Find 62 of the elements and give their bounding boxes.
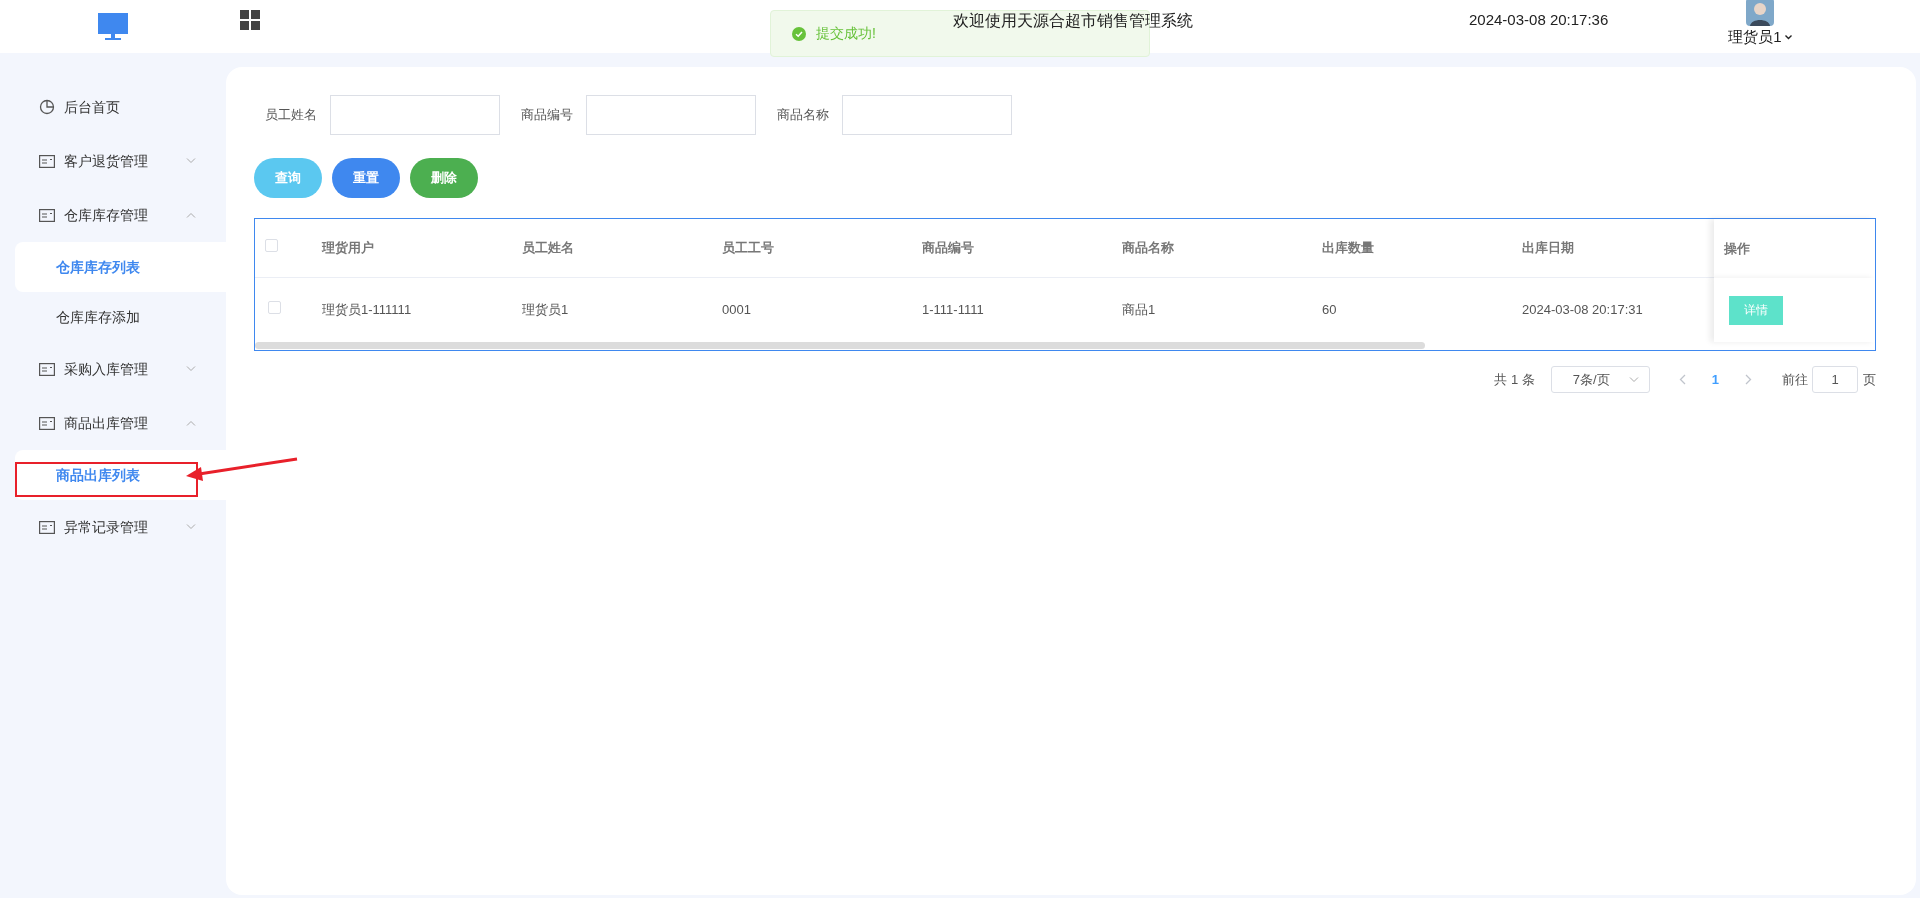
chevron-down-icon	[186, 524, 196, 530]
total-count: 共 1 条	[1494, 370, 1535, 389]
table-cell-text: 60	[1321, 301, 1338, 320]
caret-icon	[1784, 35, 1792, 40]
submenu-item[interactable]: 仓库库存列表	[15, 242, 226, 292]
filter-input[interactable]	[330, 95, 500, 135]
menu-item[interactable]: 商品出库管理	[0, 396, 226, 450]
checkbox[interactable]	[265, 239, 278, 253]
card-icon	[39, 362, 55, 376]
monitor-icon	[98, 12, 128, 41]
table-cell-text: 1-111-1111	[921, 301, 985, 320]
chevron-up-icon	[186, 212, 196, 218]
table-cell-text: 商品1	[1121, 301, 1157, 320]
page-suffix: 页	[1863, 370, 1876, 389]
scrollbar[interactable]	[255, 342, 1425, 349]
submenu-item[interactable]: 仓库库存添加	[15, 292, 226, 342]
page-size-select[interactable]: 7条/页	[1550, 366, 1650, 393]
goto-label: 前往	[1782, 370, 1808, 389]
menu-item[interactable]: 采购入库管理	[0, 342, 226, 396]
column-header: 员工工号	[721, 239, 775, 258]
submenu-item[interactable]: 商品出库列表	[15, 450, 226, 500]
avatar[interactable]	[1745, 0, 1774, 27]
column-header: 出库日期	[1521, 239, 1575, 258]
menu-item[interactable]: 客户退货管理	[0, 134, 226, 188]
table-cell-text: 0001	[721, 301, 752, 320]
filter-input[interactable]	[586, 95, 756, 135]
menu-item[interactable]: 后台首页	[0, 80, 226, 134]
chevron-up-icon	[186, 420, 196, 426]
filter-label: 商品编号	[521, 106, 573, 125]
chevron-down-icon	[1628, 376, 1639, 383]
table-cell-text: 2024-03-08 20:17:31	[1521, 301, 1644, 320]
card-icon	[39, 520, 55, 534]
filter-label: 员工姓名	[265, 106, 317, 125]
column-header: 操作	[1714, 219, 1875, 278]
date-time: 2024-03-08 20:17:36	[1469, 10, 1609, 31]
column-header: 理货用户	[320, 239, 375, 258]
menu-item[interactable]: 异常记录管理	[0, 500, 226, 554]
filter-label: 商品名称	[777, 106, 829, 125]
goto-page-input[interactable]: 1	[1812, 366, 1858, 393]
table-cell-text: 理货员1-111111	[321, 301, 413, 320]
column-header: 商品名称	[1121, 239, 1175, 258]
menu-item[interactable]: 仓库库存管理	[0, 188, 226, 242]
checkbox[interactable]	[268, 301, 281, 315]
system-title: 欢迎使用天源合超市销售管理系统	[953, 10, 1193, 31]
chevron-down-icon	[186, 158, 196, 164]
column-header: 出库数量	[1321, 239, 1375, 258]
table-cell-text: 理货员1	[521, 301, 570, 320]
check-circle-icon	[792, 26, 806, 41]
previous-page-icon[interactable]	[1678, 374, 1686, 385]
card-icon	[39, 416, 55, 430]
filter-input[interactable]	[842, 95, 1012, 135]
pie-chart-icon	[39, 99, 55, 115]
toast-message: 提交成功!	[816, 24, 876, 43]
chevron-down-icon	[186, 366, 196, 372]
grid-icon[interactable]	[240, 9, 260, 30]
column-header: 员工姓名	[521, 239, 575, 258]
action-button[interactable]: 重置	[332, 158, 400, 198]
column-header: 商品编号	[921, 239, 975, 258]
card-icon	[39, 154, 55, 168]
card-icon	[39, 208, 55, 222]
user-menu[interactable]: 理货员1	[1728, 26, 1792, 49]
next-page-icon[interactable]	[1745, 374, 1752, 385]
